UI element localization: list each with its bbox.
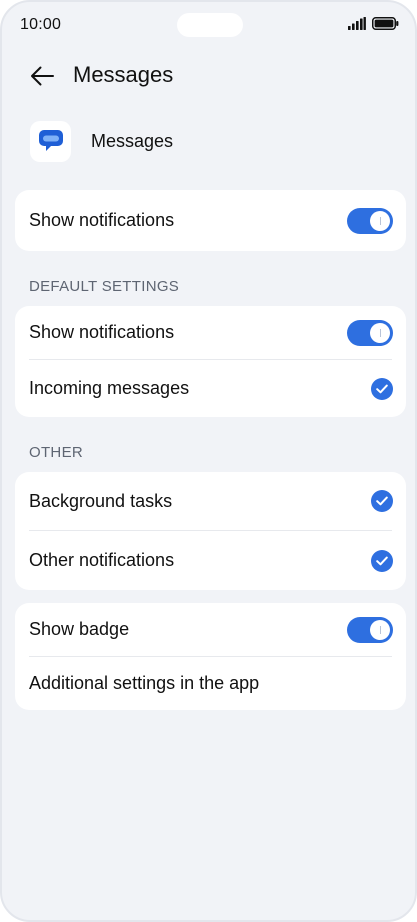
show-notifications-toggle[interactable] bbox=[347, 207, 393, 234]
status-time: 10:00 bbox=[20, 16, 62, 33]
status-bar: 10:00 bbox=[2, 2, 415, 50]
toggle-knob bbox=[370, 322, 390, 343]
signal-icon bbox=[348, 17, 366, 30]
default-show-notifications-toggle[interactable] bbox=[347, 319, 393, 346]
other-notifications-checkbox[interactable] bbox=[371, 549, 393, 572]
background-tasks-label: Background tasks bbox=[29, 490, 173, 511]
other-card: Background tasks Other notifications bbox=[15, 472, 406, 590]
show-badge-row[interactable]: Show badge bbox=[15, 603, 406, 656]
background-tasks-checkbox[interactable] bbox=[371, 490, 393, 512]
badge-card: Show badge Additional settings in the ap… bbox=[15, 603, 406, 710]
messages-app-icon bbox=[30, 120, 71, 162]
section-label-other: OTHER bbox=[29, 444, 83, 461]
show-badge-label: Show badge bbox=[29, 619, 130, 639]
toggle-knob bbox=[370, 619, 390, 640]
toggle-knob bbox=[370, 210, 390, 231]
back-button[interactable] bbox=[24, 60, 60, 92]
checkmark-icon bbox=[376, 496, 388, 506]
header-bar: Messages bbox=[2, 54, 415, 98]
show-notifications-label: Show notifications bbox=[29, 210, 175, 230]
battery-icon bbox=[372, 17, 399, 30]
status-icons bbox=[348, 17, 399, 30]
checkmark-icon bbox=[376, 556, 388, 565]
main-notifications-card: Show notifications bbox=[15, 190, 406, 251]
additional-settings-label: Additional settings in the app bbox=[29, 673, 260, 693]
checkmark-icon bbox=[376, 384, 388, 393]
section-label-default-settings: DEFAULT SETTINGS bbox=[29, 278, 180, 295]
app-name: Messages bbox=[91, 130, 174, 151]
other-notifications-row[interactable]: Other notifications bbox=[15, 531, 406, 590]
default-settings-card: Show notifications Incoming messages bbox=[15, 306, 406, 417]
incoming-messages-checkbox[interactable] bbox=[371, 377, 393, 400]
default-show-notifications-row[interactable]: Show notifications bbox=[15, 306, 406, 359]
app-info-row: Messages bbox=[30, 120, 173, 162]
camera-notch bbox=[177, 13, 243, 37]
show-notifications-row[interactable]: Show notifications bbox=[15, 190, 406, 251]
arrow-left-icon bbox=[31, 66, 54, 86]
show-badge-toggle[interactable] bbox=[347, 616, 393, 643]
page-title: Messages bbox=[73, 62, 174, 87]
incoming-messages-row[interactable]: Incoming messages bbox=[15, 360, 406, 417]
phone-screen: 10:00 Messages Messages Show notificatio… bbox=[0, 0, 417, 922]
other-notifications-label: Other notifications bbox=[29, 550, 175, 570]
incoming-messages-label: Incoming messages bbox=[29, 378, 190, 398]
additional-settings-row[interactable]: Additional settings in the app bbox=[15, 657, 406, 710]
default-show-notifications-label: Show notifications bbox=[29, 322, 175, 342]
background-tasks-row[interactable]: Background tasks bbox=[15, 472, 406, 530]
